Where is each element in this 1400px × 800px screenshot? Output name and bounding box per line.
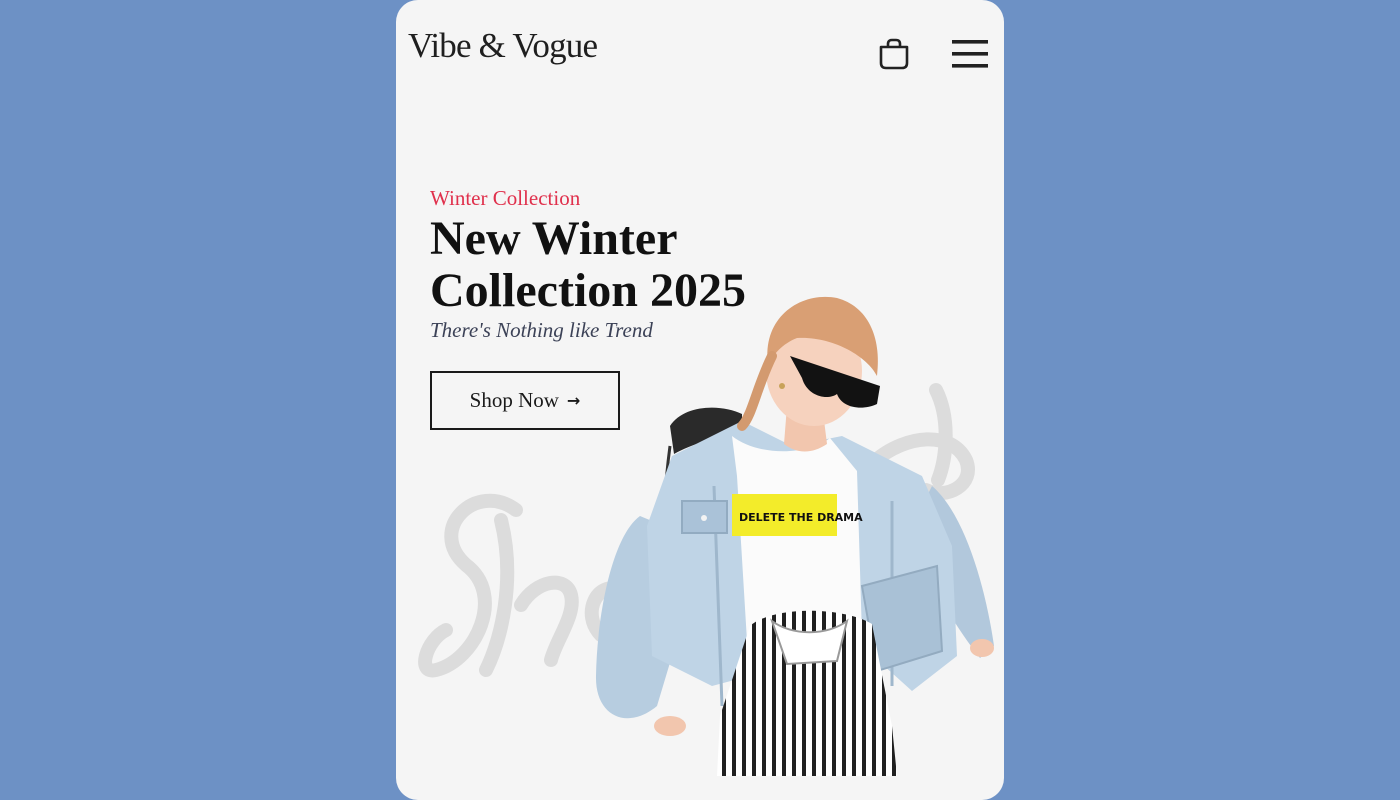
shopping-bag-icon [879,38,909,70]
shop-now-button[interactable]: Shop Now → [430,371,620,430]
hamburger-menu-icon [952,40,988,68]
menu-button[interactable] [950,38,990,70]
cart-button[interactable] [876,36,912,72]
hero-tagline: There's Nothing like Trend [430,318,653,342]
shop-now-label: Shop Now [469,388,559,412]
arrow-right-icon: → [566,391,581,410]
tshirt-print-text: DELETE THE DRAMA [739,511,863,524]
hero-model-image: DELETE THE DRAMA [595,296,994,776]
app-screen: Vibe & Vogue DELETE THE DRAMA Winter Col… [396,0,1004,800]
hero-headline: New Winter Collection 2025 [430,212,746,317]
collection-eyebrow: Winter Collection [430,186,581,210]
brand-logo[interactable]: Vibe & Vogue [408,26,598,66]
